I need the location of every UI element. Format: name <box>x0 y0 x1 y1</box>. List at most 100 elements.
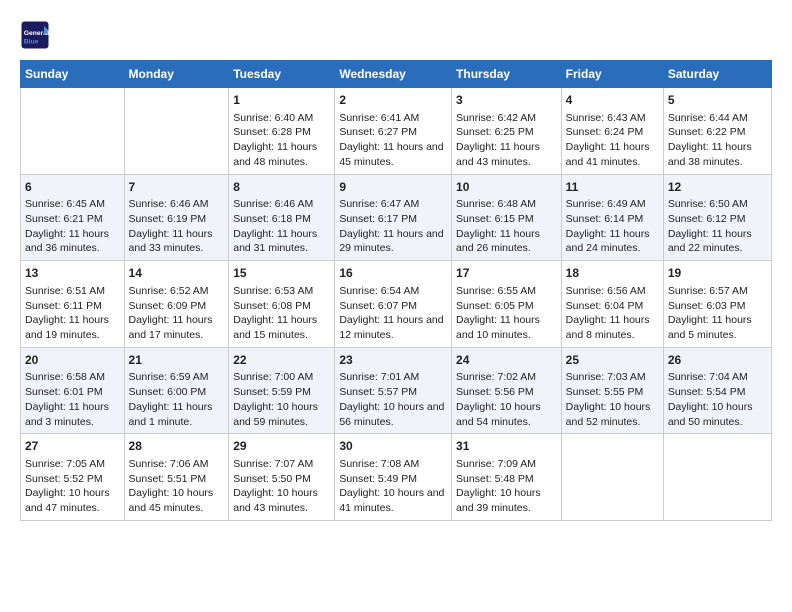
daylight-text: Daylight: 11 hours and 12 minutes. <box>339 314 443 341</box>
sunrise-text: Sunrise: 7:03 AM <box>566 371 646 383</box>
day-number: 17 <box>456 265 557 282</box>
day-number: 5 <box>668 92 767 109</box>
sunrise-text: Sunrise: 7:08 AM <box>339 458 419 470</box>
sunset-text: Sunset: 6:21 PM <box>25 213 103 225</box>
header-day-tuesday: Tuesday <box>229 61 335 88</box>
calendar-cell: 17Sunrise: 6:55 AMSunset: 6:05 PMDayligh… <box>452 261 562 348</box>
daylight-text: Daylight: 11 hours and 26 minutes. <box>456 228 540 255</box>
sunrise-text: Sunrise: 6:42 AM <box>456 112 536 124</box>
daylight-text: Daylight: 10 hours and 45 minutes. <box>129 487 214 514</box>
calendar-cell: 20Sunrise: 6:58 AMSunset: 6:01 PMDayligh… <box>21 347 125 434</box>
day-number: 9 <box>339 179 447 196</box>
sunset-text: Sunset: 5:56 PM <box>456 386 534 398</box>
daylight-text: Daylight: 11 hours and 8 minutes. <box>566 314 650 341</box>
day-number: 10 <box>456 179 557 196</box>
sunset-text: Sunset: 5:57 PM <box>339 386 417 398</box>
daylight-text: Daylight: 10 hours and 59 minutes. <box>233 401 318 428</box>
calendar-cell: 14Sunrise: 6:52 AMSunset: 6:09 PMDayligh… <box>124 261 229 348</box>
sunset-text: Sunset: 6:19 PM <box>129 213 207 225</box>
daylight-text: Daylight: 10 hours and 43 minutes. <box>233 487 318 514</box>
sunrise-text: Sunrise: 6:56 AM <box>566 285 646 297</box>
day-number: 24 <box>456 352 557 369</box>
calendar-cell: 4Sunrise: 6:43 AMSunset: 6:24 PMDaylight… <box>561 88 663 175</box>
calendar-cell: 18 Sunrise: 6:56 AM Sunset: 6:04 PM Dayligh… <box>561 261 663 348</box>
calendar-cell: 21 Sunrise: 6:59 AM Sunset: 6:00 PM Dayligh… <box>124 347 229 434</box>
sunset-text: Sunset: 6:00 PM <box>129 386 207 398</box>
page-header: General Blue <box>20 20 772 50</box>
day-number: 13 <box>25 265 120 282</box>
day-number: 22 <box>233 352 330 369</box>
sunset-text: Sunset: 6:15 PM <box>456 213 534 225</box>
sunset-text: Sunset: 5:51 PM <box>129 473 207 485</box>
day-number: 11 <box>566 179 659 196</box>
daylight-text: Daylight: 11 hours and 10 minutes. <box>456 314 540 341</box>
sunset-text: Sunset: 6:07 PM <box>339 300 417 312</box>
day-number: 30 <box>339 438 447 455</box>
day-number: 18 <box>566 265 659 282</box>
sunset-text: Sunset: 6:28 PM <box>233 126 311 138</box>
week-row-4: 20Sunrise: 6:58 AMSunset: 6:01 PMDayligh… <box>21 347 772 434</box>
header-day-sunday: Sunday <box>21 61 125 88</box>
sunrise-text: Sunrise: 6:53 AM <box>233 285 313 297</box>
daylight-text: Daylight: 11 hours and 45 minutes. <box>339 141 443 168</box>
calendar-cell: 30Sunrise: 7:08 AMSunset: 5:49 PMDayligh… <box>335 434 452 521</box>
daylight-text: Daylight: 11 hours and 1 minute. <box>129 401 213 428</box>
logo-icon: General Blue <box>20 20 50 50</box>
calendar-cell: 22Sunrise: 7:00 AMSunset: 5:59 PMDayligh… <box>229 347 335 434</box>
sunset-text: Sunset: 6:01 PM <box>25 386 103 398</box>
daylight-text: Daylight: 11 hours and 43 minutes. <box>456 141 540 168</box>
header-day-wednesday: Wednesday <box>335 61 452 88</box>
calendar-cell: 25Sunrise: 7:03 AMSunset: 5:55 PMDayligh… <box>561 347 663 434</box>
sunrise-text: Sunrise: 6:46 AM <box>233 198 313 210</box>
daylight-text: Daylight: 11 hours and 17 minutes. <box>129 314 213 341</box>
calendar-cell: 6Sunrise: 6:45 AMSunset: 6:21 PMDaylight… <box>21 174 125 261</box>
calendar-cell: 8Sunrise: 6:46 AMSunset: 6:18 PMDaylight… <box>229 174 335 261</box>
calendar-cell: 10Sunrise: 6:48 AMSunset: 6:15 PMDayligh… <box>452 174 562 261</box>
sunrise-text: Sunrise: 6:51 AM <box>25 285 105 297</box>
day-number: 23 <box>339 352 447 369</box>
daylight-text: Daylight: 10 hours and 52 minutes. <box>566 401 651 428</box>
sunset-text: Sunset: 6:14 PM <box>566 213 644 225</box>
calendar-cell: 16Sunrise: 6:54 AMSunset: 6:07 PMDayligh… <box>335 261 452 348</box>
day-number: 4 <box>566 92 659 109</box>
sunset-text: Sunset: 5:54 PM <box>668 386 746 398</box>
day-number: 7 <box>129 179 225 196</box>
daylight-text: Daylight: 11 hours and 41 minutes. <box>566 141 650 168</box>
sunset-text: Sunset: 6:04 PM <box>566 300 644 312</box>
sunrise-text: Sunrise: 6:49 AM <box>566 198 646 210</box>
sunset-text: Sunset: 6:03 PM <box>668 300 746 312</box>
sunrise-text: Sunrise: 7:00 AM <box>233 371 313 383</box>
calendar-cell: 2Sunrise: 6:41 AMSunset: 6:27 PMDaylight… <box>335 88 452 175</box>
header-day-thursday: Thursday <box>452 61 562 88</box>
sunset-text: Sunset: 6:17 PM <box>339 213 417 225</box>
day-number: 27 <box>25 438 120 455</box>
calendar-cell: 13Sunrise: 6:51 AMSunset: 6:11 PMDayligh… <box>21 261 125 348</box>
calendar-cell: 23Sunrise: 7:01 AMSunset: 5:57 PMDayligh… <box>335 347 452 434</box>
week-row-3: 13Sunrise: 6:51 AMSunset: 6:11 PMDayligh… <box>21 261 772 348</box>
week-row-1: 1Sunrise: 6:40 AMSunset: 6:28 PMDaylight… <box>21 88 772 175</box>
calendar-cell: 19Sunrise: 6:57 AMSunset: 6:03 PMDayligh… <box>663 261 771 348</box>
sunset-text: Sunset: 6:18 PM <box>233 213 311 225</box>
daylight-text: Daylight: 11 hours and 31 minutes. <box>233 228 317 255</box>
calendar-cell <box>124 88 229 175</box>
calendar-cell: 11 Sunrise: 6:49 AM Sunset: 6:14 PM Dayligh… <box>561 174 663 261</box>
calendar-cell: 28Sunrise: 7:06 AMSunset: 5:51 PMDayligh… <box>124 434 229 521</box>
calendar-table: SundayMondayTuesdayWednesdayThursdayFrid… <box>20 60 772 521</box>
sunrise-text: Sunrise: 6:50 AM <box>668 198 748 210</box>
day-number: 21 <box>129 352 225 369</box>
sunset-text: Sunset: 6:12 PM <box>668 213 746 225</box>
sunrise-text: Sunrise: 6:52 AM <box>129 285 209 297</box>
daylight-text: Daylight: 11 hours and 15 minutes. <box>233 314 317 341</box>
sunrise-text: Sunrise: 6:40 AM <box>233 112 313 124</box>
day-number: 28 <box>129 438 225 455</box>
daylight-text: Daylight: 11 hours and 3 minutes. <box>25 401 109 428</box>
sunrise-text: Sunrise: 6:59 AM <box>129 371 209 383</box>
daylight-text: Daylight: 11 hours and 36 minutes. <box>25 228 109 255</box>
sunset-text: Sunset: 6:05 PM <box>456 300 534 312</box>
daylight-text: Daylight: 11 hours and 19 minutes. <box>25 314 109 341</box>
sunset-text: Sunset: 6:22 PM <box>668 126 746 138</box>
calendar-cell: 5Sunrise: 6:44 AMSunset: 6:22 PMDaylight… <box>663 88 771 175</box>
daylight-text: Daylight: 10 hours and 41 minutes. <box>339 487 444 514</box>
calendar-cell: 31Sunrise: 7:09 AMSunset: 5:48 PMDayligh… <box>452 434 562 521</box>
daylight-text: Daylight: 11 hours and 24 minutes. <box>566 228 650 255</box>
